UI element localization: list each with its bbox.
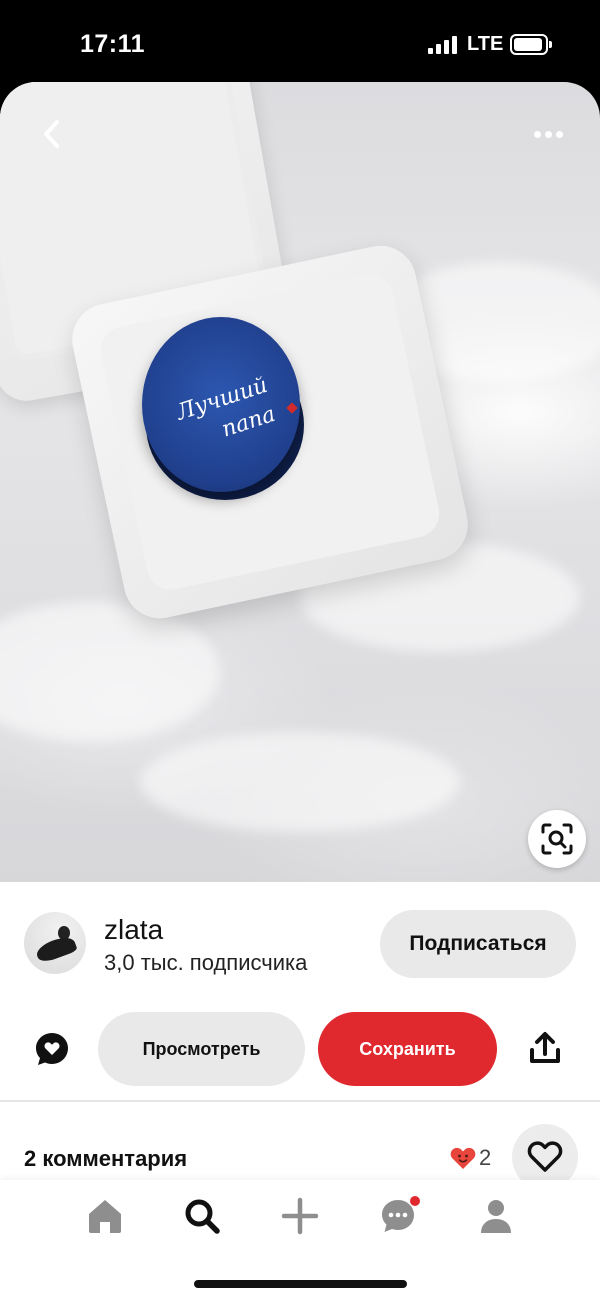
home-indicator xyxy=(194,1280,407,1288)
share-icon[interactable] xyxy=(528,1030,562,1066)
reaction-summary[interactable]: 2 xyxy=(450,1144,491,1172)
comments-count[interactable]: 2 комментария xyxy=(24,1146,187,1172)
visual-search-button[interactable] xyxy=(528,810,586,868)
save-button[interactable]: Сохранить xyxy=(318,1012,497,1086)
nav-search[interactable] xyxy=(180,1194,224,1238)
bottom-navigation xyxy=(0,1180,600,1300)
pin-image[interactable]: Лучший папа xyxy=(0,82,600,882)
author-name[interactable]: zlata xyxy=(104,914,163,946)
status-bar: 17:11 LTE xyxy=(0,0,600,82)
reaction-count: 2 xyxy=(479,1145,492,1170)
battery-icon xyxy=(510,34,552,55)
signal-icon xyxy=(428,36,460,54)
lens-search-icon xyxy=(541,823,573,855)
nav-messages[interactable] xyxy=(376,1194,420,1238)
more-options-button[interactable] xyxy=(522,112,574,156)
chevron-left-icon xyxy=(44,120,59,148)
subscriber-count: 3,0 тыс. подписчика xyxy=(104,950,308,975)
dot xyxy=(544,130,552,138)
heart-face-icon xyxy=(450,1147,476,1169)
divider xyxy=(0,1100,600,1102)
nav-create[interactable] xyxy=(278,1194,322,1238)
follow-button[interactable]: Подписаться xyxy=(380,910,576,978)
profile-icon xyxy=(481,1200,511,1233)
dot xyxy=(533,130,541,138)
avatar[interactable] xyxy=(24,912,86,974)
nav-profile[interactable] xyxy=(474,1194,518,1238)
search-icon xyxy=(185,1199,220,1234)
status-time: 17:11 xyxy=(80,30,146,58)
back-button[interactable] xyxy=(30,112,74,156)
view-button[interactable]: Просмотреть xyxy=(98,1012,305,1086)
heart-outline-icon xyxy=(527,1141,563,1172)
comment-bubble-icon[interactable] xyxy=(34,1031,70,1067)
notification-dot xyxy=(410,1196,420,1206)
dot xyxy=(555,130,563,138)
plus-icon xyxy=(281,1197,319,1235)
action-bar: Просмотреть Сохранить xyxy=(0,1012,600,1086)
nav-home[interactable] xyxy=(83,1194,127,1238)
network-type: LTE xyxy=(467,33,504,55)
home-icon xyxy=(89,1200,121,1233)
